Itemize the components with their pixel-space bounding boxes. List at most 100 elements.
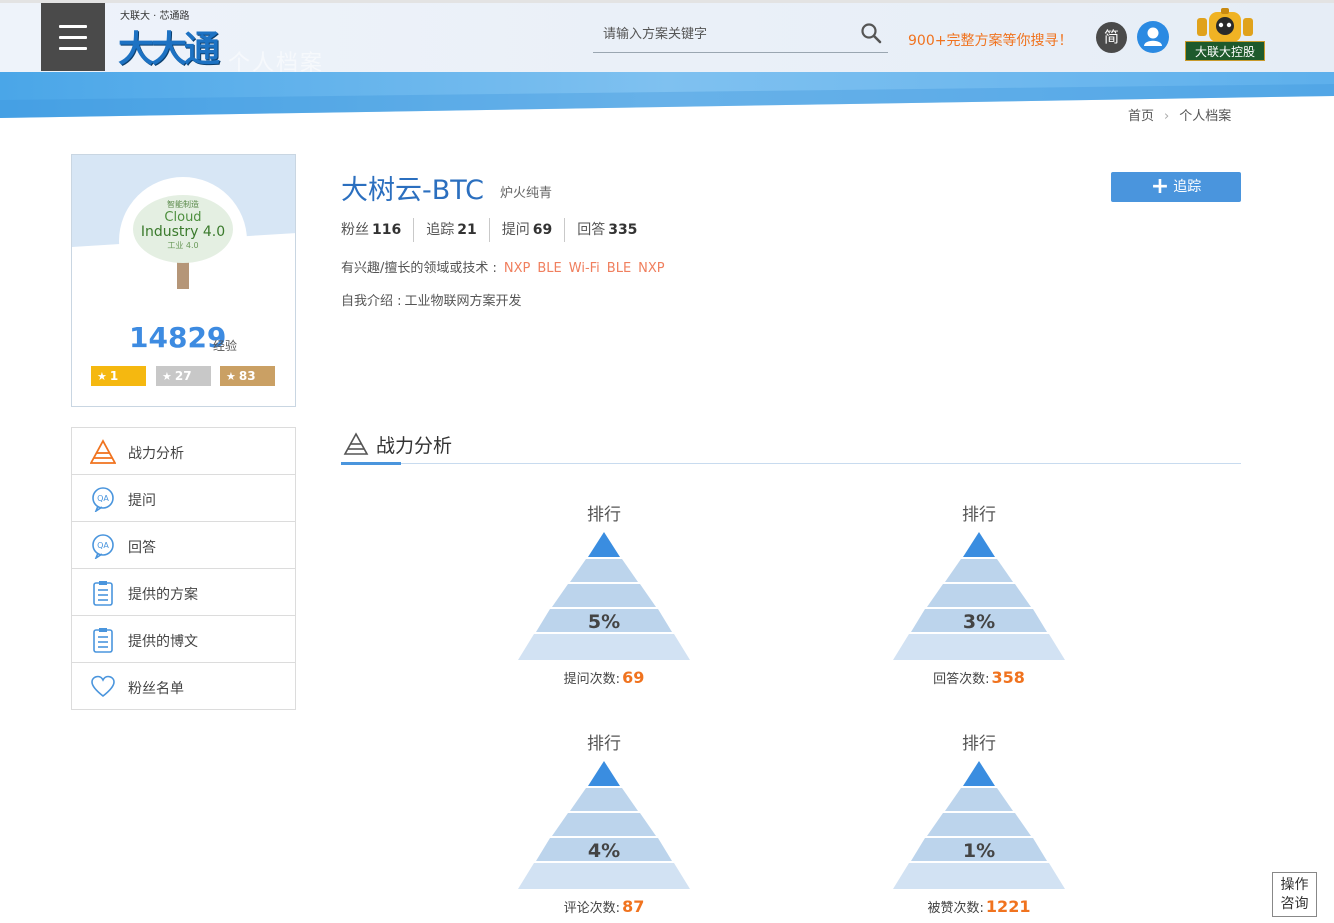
svg-text:QA: QA [97,541,109,550]
svg-text:智能制造: 智能制造 [167,199,199,209]
interest-tag[interactable]: BLE [607,261,631,276]
silver-badge: ★ 27 [156,366,211,386]
heart-icon [91,675,115,698]
side-item-blogs[interactable]: 提供的博文 [72,616,295,663]
svg-text:Industry 4.0: Industry 4.0 [141,224,225,240]
experience-points: 14829 [129,321,227,354]
stat-value: 335 [608,222,638,238]
user-rank-title: 炉火纯青 [500,186,553,201]
intro-row: 自我介绍 : 工业物联网方案开发 [341,290,522,309]
pyramid-graphic [518,761,690,889]
stat-label: 追踪 [426,222,455,238]
pyramid-icon [90,439,116,464]
pyramid-graphic [893,532,1065,660]
silver-badge-count: 27 [174,369,192,383]
user-icon [1144,27,1162,46]
logo-wordmark: 大大通 [118,29,220,70]
stat-fans[interactable]: 粉丝 116 [341,218,413,242]
corp-label: 大联大控股 [1185,41,1265,61]
svg-text:工业 4.0: 工业 4.0 [167,240,198,250]
ranking-count: 被赞次数: 1221 [889,897,1069,916]
menu-bar-icon [59,25,87,28]
side-item-solutions[interactable]: 提供的方案 [72,569,295,616]
tree-word-cloud-avatar-icon: 智能制造 Cloud Industry 4.0 工业 4.0 [133,195,233,289]
plus-icon: + [1150,174,1170,199]
user-name: 大树云-BTC [341,175,485,206]
profile-card: 智能制造 Cloud Industry 4.0 工业 4.0 14829 经验 … [71,154,296,407]
ranking-pyramid-questions: 排行 5% 提问次数: 69 [514,500,694,700]
pyramid-icon [343,432,369,455]
top-border [0,0,1334,3]
stat-value: 21 [457,222,477,238]
ranking-pyramid-likes: 排行 1% 被赞次数: 1221 [889,729,1069,923]
search-icon[interactable] [860,22,882,44]
star-icon: ★ [162,370,172,383]
ranking-label: 排行 [587,505,621,525]
interest-tag[interactable]: NXP [504,261,530,276]
interests-row: 有兴趣/擅长的领域或技术 : NXP BLE Wi-Fi BLE NXP [341,257,665,276]
count-label: 回答次数: [933,672,990,687]
breadcrumb-home-link[interactable]: 首页 [1128,109,1154,124]
user-stats: 粉丝 116 追踪 21 提问 69 回答 335 [341,218,649,242]
stat-questions[interactable]: 提问 69 [488,218,564,242]
stat-following[interactable]: 追踪 21 [413,218,488,242]
breadcrumb-current: 个人档案 [1179,109,1232,124]
profile-side-menu: 战力分析 QA 提问 QA 回答 提供的方案 提供的博文 粉丝名单 [71,427,296,710]
gold-badge: ★ 1 [91,366,146,386]
stat-label: 回答 [577,222,606,238]
intro-text: 工业物联网方案开发 [404,294,522,309]
stat-answers[interactable]: 回答 335 [564,218,649,242]
interest-tag[interactable]: BLE [537,261,561,276]
hamburger-menu-button[interactable] [41,3,105,71]
interest-tag[interactable]: Wi-Fi [569,261,600,276]
side-item-answers[interactable]: QA 回答 [72,522,295,569]
banner-ghost-title: 个人档案 [228,51,325,76]
power-analysis-section-header: 战力分析 [341,430,1241,465]
stat-label: 粉丝 [341,222,369,238]
language-toggle-button[interactable]: 简 [1096,22,1127,53]
menu-bar-icon [59,47,87,50]
count-label: 提问次数: [563,672,621,687]
ranking-percent: 3% [962,611,996,633]
pyramid-graphic [518,532,690,660]
avatar[interactable]: 智能制造 Cloud Industry 4.0 工业 4.0 [119,177,247,305]
follow-button[interactable]: + 追踪 [1111,172,1241,202]
site-logo[interactable]: 大联大 · 芯通路 大大通 [112,6,242,70]
search-bar [593,18,888,53]
stat-value: 69 [532,222,553,238]
gold-badge-count: 1 [109,369,119,383]
side-item-label: 回答 [128,540,156,556]
ranking-pyramid-answers: 排行 3% 回答次数: 358 [889,500,1069,700]
pyramid-graphic [893,761,1065,889]
ranking-percent: 4% [587,840,621,862]
breadcrumb: 首页 › 个人档案 [1128,105,1231,124]
ranking-count: 回答次数: 358 [889,668,1069,687]
interest-tag[interactable]: NXP [638,261,664,276]
stat-label: 提问 [501,222,530,238]
side-item-power-analysis[interactable]: 战力分析 [72,428,295,475]
clipboard-icon [93,628,113,653]
interests-label: 有兴趣/擅长的领域或技术 : [341,261,497,276]
promo-link[interactable]: 900+完整方案等你搜寻！ [908,30,1072,50]
side-item-questions[interactable]: QA 提问 [72,475,295,522]
breadcrumb-separator: › [1164,109,1170,124]
ranking-count: 提问次数: 69 [514,668,694,687]
help-line-1: 操作 [1280,877,1309,893]
side-item-label: 提供的方案 [128,587,198,603]
section-title: 战力分析 [376,435,453,457]
corp-logo[interactable]: 大联大控股 [1183,8,1267,65]
ranking-percent: 5% [587,611,621,633]
count-label: 被赞次数: [927,901,984,916]
user-account-button[interactable] [1137,21,1169,53]
help-consult-button[interactable]: 操作 咨询 [1272,872,1317,917]
search-input[interactable] [603,23,843,45]
bronze-badge-count: 83 [238,369,256,383]
ranking-count: 评论次数: 87 [514,897,694,916]
stat-value: 116 [372,222,402,238]
ranking-label: 排行 [962,734,996,754]
side-item-label: 粉丝名单 [128,681,184,697]
count-label: 评论次数: [563,901,621,916]
side-item-fans[interactable]: 粉丝名单 [72,663,295,710]
star-icon: ★ [226,370,236,383]
star-icon: ★ [97,370,107,383]
